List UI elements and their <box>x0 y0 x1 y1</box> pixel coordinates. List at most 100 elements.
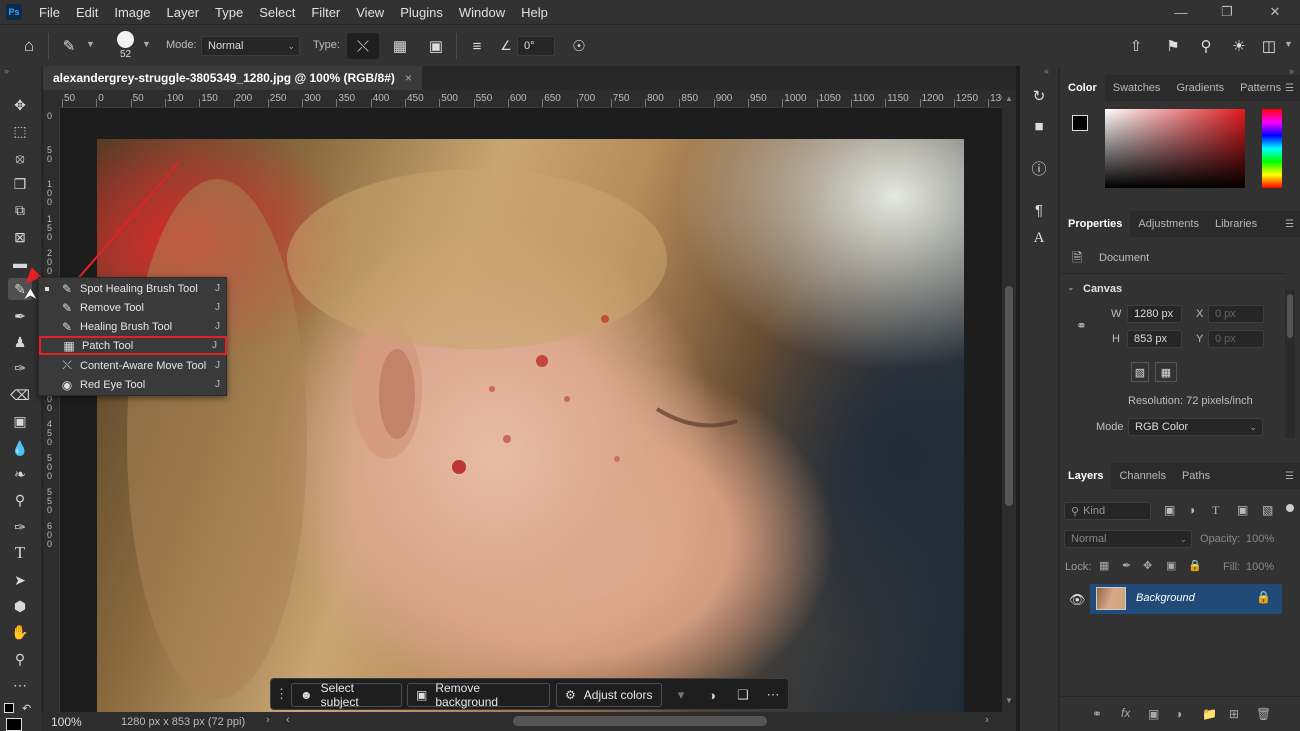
panel-menu-icon[interactable]: ☰ <box>1285 83 1294 94</box>
opacity-value[interactable]: 100% <box>1246 533 1274 545</box>
notifications-icon[interactable]: ⚑ <box>1162 35 1184 57</box>
layer-lock-icon[interactable]: 🔒 <box>1256 590 1271 604</box>
layer-name[interactable]: Background <box>1136 592 1195 604</box>
fill-value[interactable]: 100% <box>1246 561 1274 573</box>
share-icon[interactable]: ⇧ <box>1125 35 1147 57</box>
lock-transparency-icon[interactable]: ▦ <box>1099 559 1109 572</box>
flyout-item-patch[interactable]: ▦ Patch Tool J <box>39 336 227 355</box>
status-menu-icon[interactable]: › <box>266 714 270 726</box>
lock-position-icon[interactable]: ✥ <box>1143 559 1152 572</box>
menu-plugins[interactable]: Plugins <box>392 5 451 20</box>
restore-icon[interactable]: ❐ <box>1204 0 1250 24</box>
flyout-item-red-eye[interactable]: ◉ Red Eye Tool J <box>39 375 228 394</box>
eraser-tool-icon[interactable]: ⌫ <box>8 384 32 406</box>
scroll-up-icon[interactable]: ▲ <box>1005 94 1013 103</box>
menu-select[interactable]: Select <box>251 5 303 20</box>
visibility-eye-icon[interactable]: 👁 <box>1069 592 1086 608</box>
tool-preset-icon[interactable]: ✎ <box>57 35 81 57</box>
character-icon[interactable]: A <box>1027 226 1051 250</box>
frame-tool-icon[interactable]: ⊠ <box>8 226 32 248</box>
clone-stamp-tool-icon[interactable]: ♟ <box>8 331 32 353</box>
width-field[interactable]: 1280 px <box>1127 305 1182 323</box>
chevron-down-icon[interactable]: ▼ <box>1284 39 1293 49</box>
canvas-area[interactable] <box>60 108 1002 712</box>
vertical-scrollbar[interactable]: ▲ ▼ <box>1002 90 1016 712</box>
menu-help[interactable]: Help <box>513 5 556 20</box>
zoom-lens-tool-icon[interactable]: ⚲ <box>8 489 32 511</box>
color-mode-select[interactable]: RGB Color ⌄ <box>1128 418 1263 436</box>
filter-toggle-icon[interactable] <box>1286 504 1294 512</box>
flyout-item-healing-brush[interactable]: ✎ Healing Brush Tool J <box>39 317 228 336</box>
drag-handle-icon[interactable]: ⋮ <box>275 686 288 702</box>
content-aware-icon[interactable]: ▣ <box>425 35 447 57</box>
blur-tool-icon[interactable]: 💧 <box>8 437 32 459</box>
foreground-swatch[interactable] <box>1072 115 1088 131</box>
new-adjustment-icon[interactable]: ◑ <box>1175 707 1182 721</box>
tab-swatches[interactable]: Swatches <box>1105 75 1169 101</box>
tab-patterns[interactable]: Patterns <box>1232 75 1289 101</box>
filter-adjustment-icon[interactable]: ◑ <box>1188 503 1195 517</box>
scroll-down-icon[interactable]: ▼ <box>1005 696 1013 705</box>
fx-icon[interactable]: fx <box>1121 706 1130 720</box>
properties-scrollbar[interactable] <box>1285 290 1295 438</box>
layer-row-background[interactable]: Background 🔒 <box>1090 584 1282 614</box>
angle-input[interactable]: 0° <box>517 36 555 56</box>
create-texture-icon[interactable]: ▦ <box>389 35 411 57</box>
menu-filter[interactable]: Filter <box>303 5 348 20</box>
portrait-icon[interactable]: ▧ <box>1131 362 1149 382</box>
adjustment-layer-icon[interactable]: ◑ <box>700 683 724 707</box>
foreground-color-icon[interactable] <box>4 703 14 713</box>
tab-paths[interactable]: Paths <box>1174 463 1218 489</box>
filter-pixel-icon[interactable]: ▣ <box>1164 503 1175 517</box>
tab-adjustments[interactable]: Adjustments <box>1130 211 1207 237</box>
lock-artboard-icon[interactable]: ▣ <box>1166 559 1176 572</box>
lock-all-icon[interactable]: 🔒 <box>1188 559 1202 572</box>
document-image[interactable] <box>97 139 964 712</box>
new-layer-icon[interactable]: ⊞ <box>1229 707 1239 721</box>
object-selection-tool-icon[interactable]: ❒ <box>8 173 32 195</box>
shape-tool-icon[interactable]: ⬢ <box>8 595 32 617</box>
document-tab[interactable]: alexandergrey-struggle-3805349_1280.jpg … <box>43 66 422 90</box>
add-mask-icon[interactable]: ▣ <box>1148 707 1159 721</box>
menu-edit[interactable]: Edit <box>68 5 106 20</box>
gradient-tool-icon[interactable]: ▣ <box>8 410 32 432</box>
adjust-colors-button[interactable]: ⚙ Adjust colors <box>556 683 662 707</box>
remove-background-button[interactable]: ▣ Remove background <box>407 681 550 709</box>
tab-channels[interactable]: Channels <box>1111 463 1173 489</box>
more-tools-icon[interactable]: ⋯ <box>8 674 32 696</box>
comments-icon[interactable]: ■ <box>1027 114 1051 138</box>
generative-icon[interactable]: ❑ <box>731 683 755 707</box>
move-tool-icon[interactable]: ✥ <box>8 94 32 116</box>
history-icon[interactable]: ↻ <box>1027 84 1051 108</box>
panel-menu-icon[interactable]: ☰ <box>1285 219 1294 230</box>
menu-type[interactable]: Type <box>207 5 251 20</box>
flyout-item-content-aware-move[interactable]: ⤬ Content-Aware Move Tool J <box>39 356 228 375</box>
crop-tool-icon[interactable]: ⧉ <box>8 199 32 221</box>
tab-color[interactable]: Color <box>1060 75 1105 101</box>
quick-mask-icon[interactable] <box>6 718 22 731</box>
scroll-left-icon[interactable]: ‹ <box>286 714 290 726</box>
pen-tool-icon[interactable]: ✑ <box>8 516 32 538</box>
horizontal-scroll-thumb[interactable] <box>513 716 767 726</box>
proximity-match-icon[interactable]: ⤬ <box>347 33 379 59</box>
link-icon[interactable]: ⚭ <box>1076 318 1087 334</box>
link-layers-icon[interactable]: ⚭ <box>1092 707 1102 721</box>
chevron-down-icon[interactable]: ▼ <box>142 39 151 49</box>
menu-image[interactable]: Image <box>106 5 158 20</box>
flyout-item-spot-healing[interactable]: ✎ Spot Healing Brush Tool J <box>39 279 228 298</box>
filter-shape-icon[interactable]: ▣ <box>1237 503 1248 517</box>
search-icon[interactable]: ⚲ <box>1195 35 1217 57</box>
mode-select[interactable]: Normal ⌄ <box>201 36 300 56</box>
filter-type-icon[interactable]: T <box>1212 503 1219 518</box>
paragraph-icon[interactable]: ¶ <box>1027 198 1051 222</box>
discover-icon[interactable]: ☀ <box>1228 35 1250 57</box>
info-icon[interactable]: ⓘ <box>1027 156 1051 180</box>
doc-info[interactable]: 1280 px x 853 px (72 ppi) <box>121 716 245 728</box>
landscape-icon[interactable]: ▦ <box>1155 362 1177 382</box>
minimize-icon[interactable]: — <box>1158 0 1204 24</box>
collapse-icon[interactable]: « <box>1044 66 1049 76</box>
delete-layer-icon[interactable]: 🗑 <box>1256 707 1271 721</box>
pressure-size-icon[interactable]: ☉ <box>568 35 590 57</box>
scroll-right-icon[interactable]: › <box>985 714 989 726</box>
history-brush-tool-icon[interactable]: ✑ <box>8 357 32 379</box>
